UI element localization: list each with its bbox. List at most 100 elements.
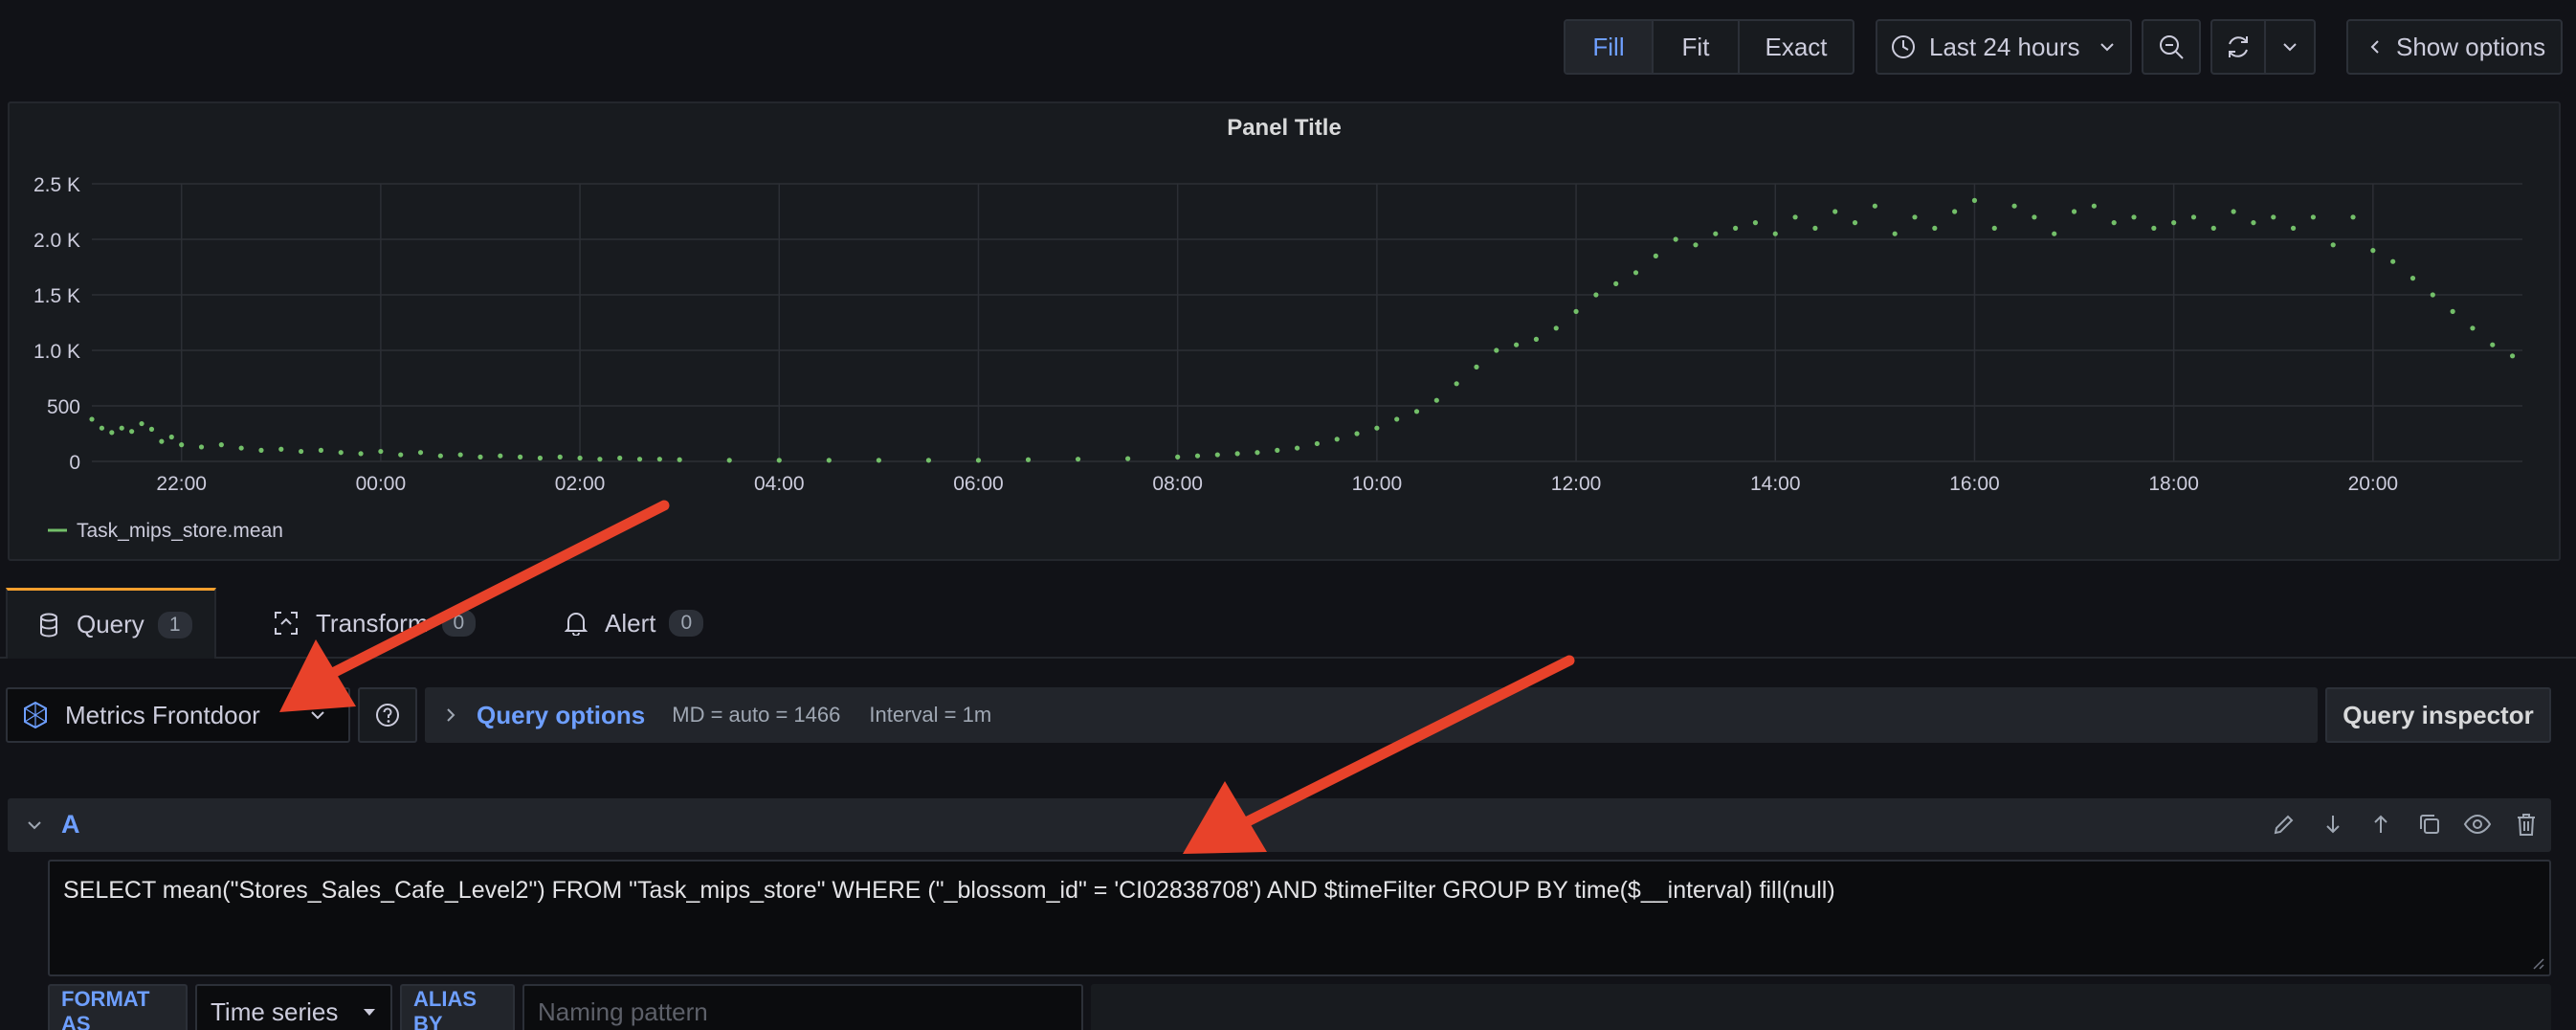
data-point: [1125, 456, 1131, 461]
x-tick-label: 06:00: [953, 473, 1004, 495]
refresh-button[interactable]: [2212, 21, 2266, 73]
collapse-chevron-icon[interactable]: [25, 816, 44, 835]
query-options-bar[interactable]: Query options MD = auto = 1466 Interval …: [425, 687, 2318, 743]
data-point: [477, 454, 483, 459]
data-point: [1573, 308, 1579, 314]
move-up-icon[interactable]: [2369, 812, 2392, 837]
data-point: [1314, 440, 1321, 447]
editor-tabs: Query 1 Transform 0 Alert 0: [0, 588, 2576, 659]
data-point: [2370, 248, 2376, 254]
exact-button[interactable]: Exact: [1740, 21, 1853, 73]
data-point: [129, 429, 135, 435]
query-options-label[interactable]: Query options: [477, 701, 645, 730]
data-point: [99, 425, 105, 431]
format-as-select[interactable]: Time series: [195, 984, 392, 1030]
data-point: [1832, 209, 1838, 214]
tab-alert-label: Alert: [605, 608, 656, 638]
duplicate-icon[interactable]: [2417, 812, 2442, 837]
data-point: [1932, 225, 1938, 231]
data-point: [2350, 214, 2356, 220]
data-point: [179, 442, 185, 448]
data-point: [2210, 225, 2216, 231]
data-point: [636, 457, 643, 462]
edit-icon[interactable]: [2272, 812, 2297, 837]
y-tick-label: 500: [47, 396, 80, 418]
legend-item: Task_mips_store.mean: [77, 520, 283, 542]
data-point: [2450, 308, 2455, 314]
data-point: [1175, 454, 1181, 459]
chevron-down-icon: [2098, 37, 2117, 56]
data-point: [318, 447, 324, 453]
data-point: [577, 455, 583, 461]
data-point: [975, 458, 982, 463]
query-inspector-button[interactable]: Query inspector: [2325, 687, 2551, 743]
chevron-right-icon: [444, 705, 457, 725]
y-tick-label: 1.0 K: [33, 341, 80, 363]
zoom-out-icon: [2157, 33, 2186, 61]
data-point: [2032, 214, 2037, 220]
zoom-out-button[interactable]: [2142, 19, 2201, 75]
data-point: [457, 452, 463, 458]
tab-query-count: 1: [157, 611, 192, 638]
query-row-header: A: [8, 798, 2551, 852]
tab-transform-count: 0: [441, 610, 477, 637]
data-point: [1952, 209, 1958, 214]
bell-icon: [565, 611, 588, 636]
fill-button[interactable]: Fill: [1566, 21, 1654, 73]
show-options-button[interactable]: Show options: [2346, 19, 2563, 75]
data-point: [2310, 214, 2316, 220]
data-point: [218, 442, 224, 448]
data-point: [1912, 214, 1918, 220]
data-point: [1872, 203, 1877, 209]
data-point: [1673, 236, 1678, 242]
query-ref-label[interactable]: A: [61, 810, 80, 840]
datasource-logo-icon: [21, 701, 50, 729]
data-point: [2409, 276, 2416, 281]
x-tick-label: 20:00: [2348, 473, 2399, 495]
data-point: [2490, 342, 2496, 347]
refresh-group: [2210, 19, 2316, 75]
datasource-picker[interactable]: Metrics Frontdoor: [6, 687, 350, 743]
refresh-icon: [2224, 33, 2253, 61]
alias-by-input[interactable]: [522, 984, 1083, 1030]
data-point: [1075, 457, 1081, 462]
show-options-label: Show options: [2396, 32, 2546, 61]
datasource-help-button[interactable]: [358, 687, 417, 743]
data-point: [537, 455, 544, 461]
data-point: [726, 458, 732, 463]
data-point: [2190, 214, 2197, 220]
tab-query[interactable]: Query 1: [6, 588, 216, 659]
eye-icon[interactable]: [2463, 812, 2492, 837]
data-point: [876, 458, 881, 463]
move-down-icon[interactable]: [2321, 812, 2344, 837]
fit-button[interactable]: Fit: [1654, 21, 1740, 73]
data-point: [2052, 231, 2057, 236]
query-text-editor[interactable]: SELECT mean("Stores_Sales_Cafe_Level2") …: [48, 860, 2551, 976]
x-tick-label: 02:00: [555, 473, 606, 495]
data-point: [1632, 270, 1639, 276]
data-point: [1991, 225, 1997, 231]
data-point: [2071, 209, 2077, 214]
tab-alert[interactable]: Alert 0: [565, 588, 737, 659]
resize-handle-icon[interactable]: [2530, 955, 2545, 971]
question-circle-icon: [374, 702, 401, 728]
data-point: [2330, 242, 2336, 248]
tab-transform[interactable]: Transform 0: [274, 588, 494, 659]
data-point: [2251, 220, 2256, 226]
data-point: [1494, 347, 1499, 353]
data-point: [1812, 225, 1818, 231]
y-tick-label: 0: [69, 452, 80, 474]
x-tick-label: 18:00: [2148, 473, 2199, 495]
trash-icon[interactable]: [2515, 811, 2538, 838]
refresh-interval-button[interactable]: [2266, 21, 2314, 73]
data-point: [1474, 364, 1479, 369]
y-tick-label: 2.5 K: [33, 174, 80, 196]
data-point: [1294, 445, 1300, 451]
data-point: [238, 445, 244, 451]
data-point: [1454, 381, 1459, 387]
format-as-value: Time series: [211, 996, 339, 1026]
time-picker-button[interactable]: Last 24 hours: [1876, 19, 2132, 75]
data-point: [1613, 280, 1619, 286]
data-point: [2290, 225, 2297, 231]
data-point: [198, 444, 205, 450]
